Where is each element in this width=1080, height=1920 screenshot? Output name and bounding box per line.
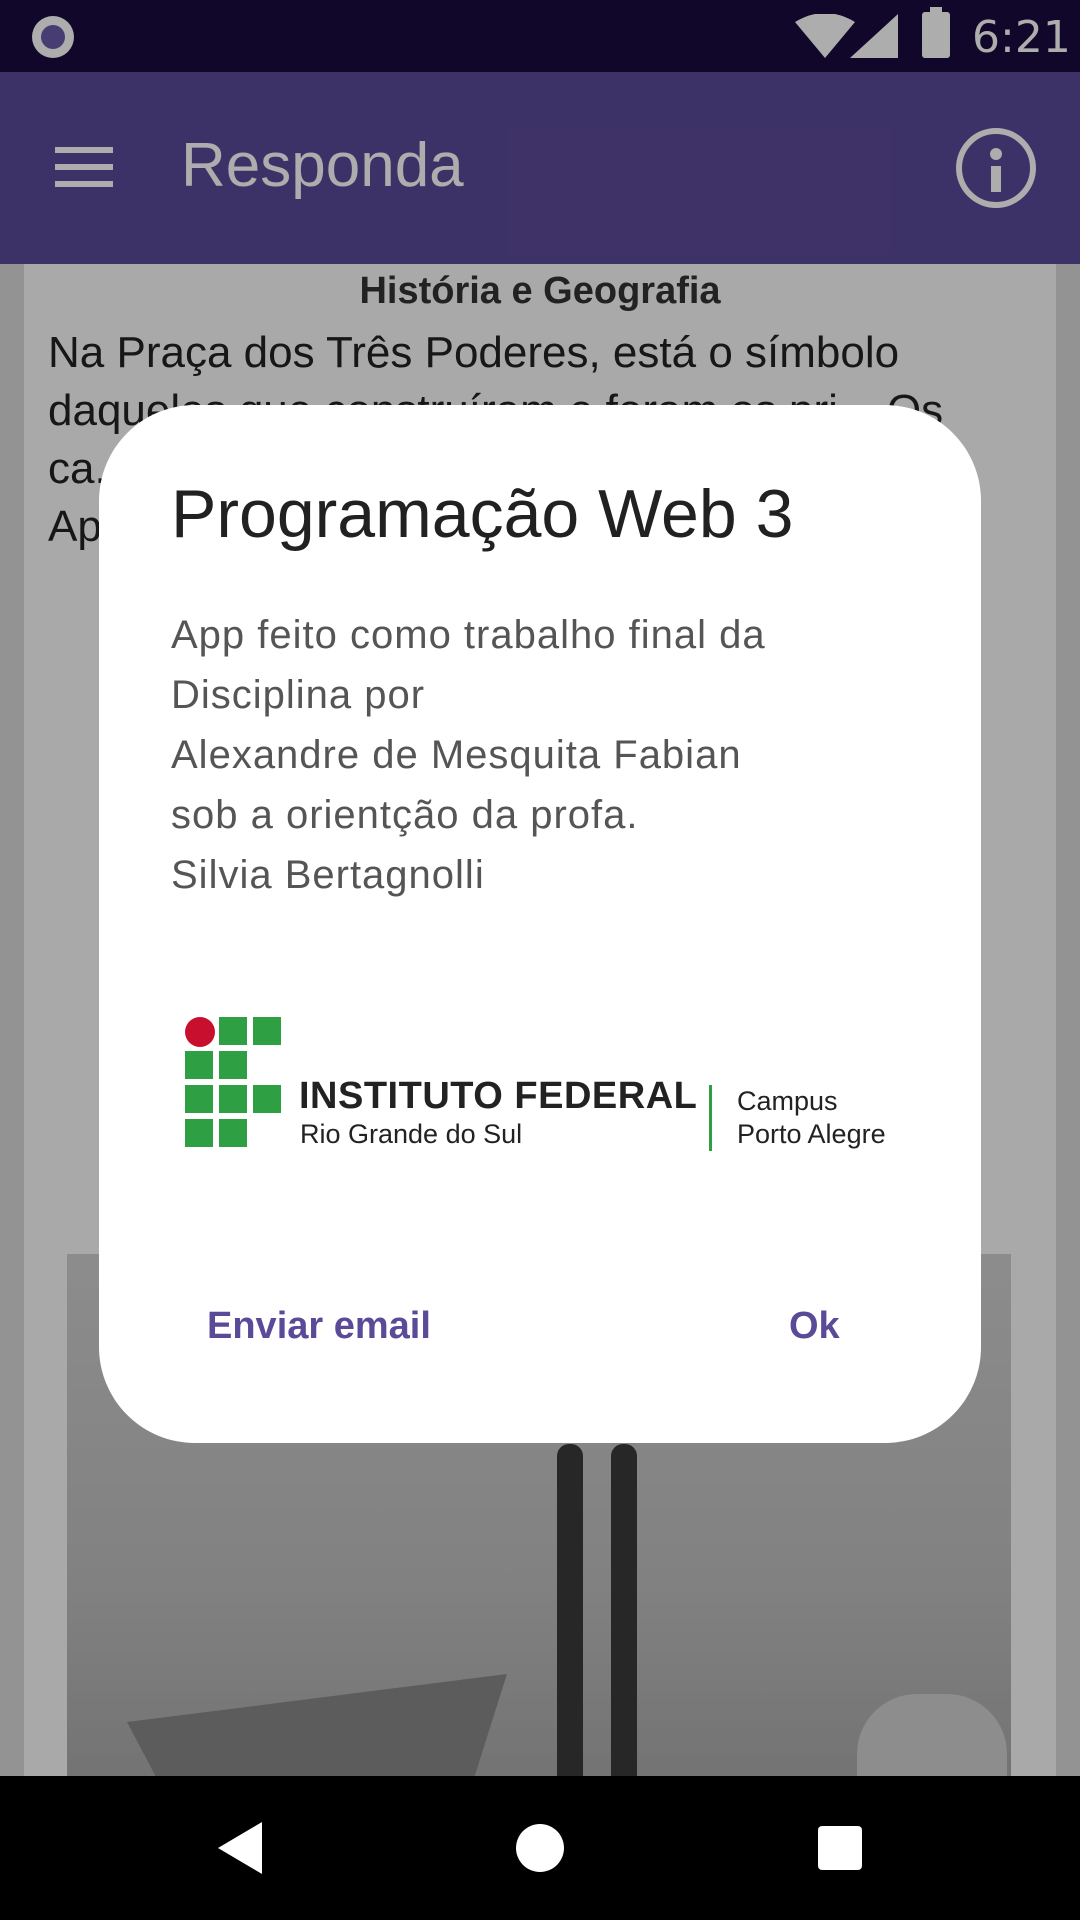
- home-icon[interactable]: [516, 1824, 564, 1872]
- about-dialog: Programação Web 3 App feito como trabalh…: [99, 405, 981, 1443]
- message-line: Silvia Bertagnolli: [171, 853, 485, 897]
- message-line: sob a orientção da profa.: [171, 793, 639, 837]
- message-line: App feito como trabalho final da: [171, 613, 766, 657]
- ok-button[interactable]: Ok: [789, 1305, 840, 1348]
- ifrs-logo-mark: [185, 1017, 285, 1147]
- campus-line: Porto Alegre: [737, 1119, 886, 1149]
- logo-divider: [709, 1085, 712, 1151]
- ifrs-logo: INSTITUTO FEDERAL Rio Grande do Sul Camp…: [185, 1017, 905, 1157]
- dialog-title: Programação Web 3: [171, 476, 794, 552]
- logo-campus: Campus Porto Alegre: [737, 1085, 886, 1151]
- send-email-button[interactable]: Enviar email: [207, 1305, 431, 1348]
- message-line: Disciplina por: [171, 673, 426, 717]
- navigation-bar: [0, 1776, 1080, 1920]
- message-line: Alexandre de Mesquita Fabian: [171, 733, 742, 777]
- campus-line: Campus: [737, 1086, 838, 1116]
- recent-apps-icon[interactable]: [818, 1826, 862, 1870]
- back-icon[interactable]: [218, 1822, 262, 1874]
- logo-institution-name: INSTITUTO FEDERAL: [299, 1075, 698, 1117]
- logo-subtitle: Rio Grande do Sul: [300, 1119, 523, 1149]
- dialog-message: App feito como trabalho final da Discipl…: [171, 605, 891, 905]
